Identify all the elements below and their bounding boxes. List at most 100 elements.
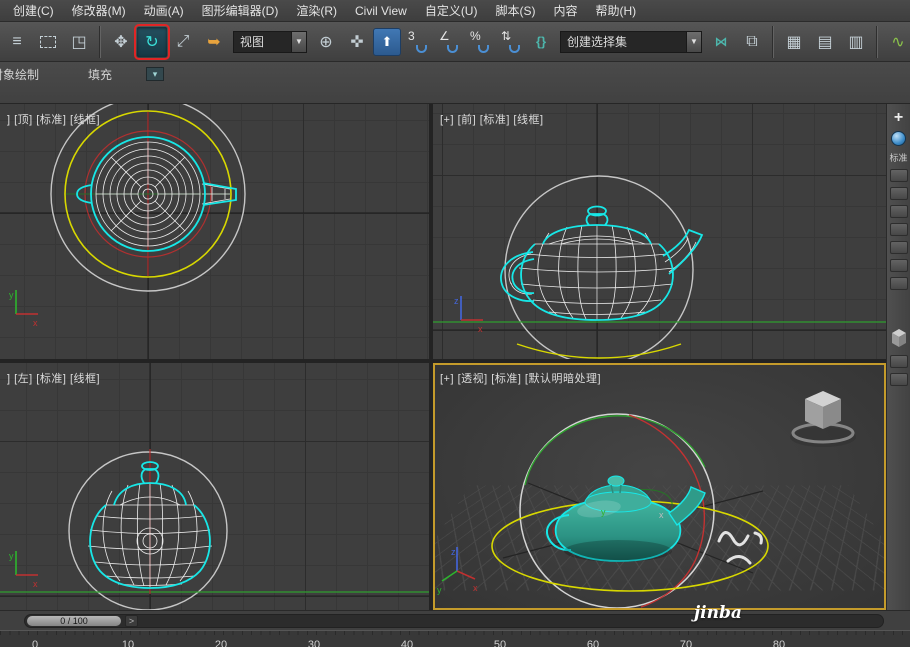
primitive-type-label: 标准 — [887, 151, 910, 164]
teapot-shaded[interactable]: y x — [547, 476, 705, 562]
time-slider-handle[interactable]: 0 / 100 — [27, 616, 121, 626]
paint-toolbar: 对象绘制 填充 ▾ — [0, 62, 910, 104]
reference-coordinate-dropdown[interactable]: 视图 ▼ — [233, 31, 307, 53]
angle-snap-icon[interactable]: ∠ — [433, 27, 463, 57]
create-tab-icon[interactable]: + — [894, 110, 903, 126]
viewport-perspective[interactable]: [+] [透视] [标准] [默认明暗处理] — [433, 363, 886, 610]
ruler-tick-label: 60 — [583, 639, 603, 647]
rollout-bar[interactable] — [890, 355, 908, 368]
viewcube[interactable] — [790, 391, 856, 447]
viewport-top-label[interactable]: ] [顶] [标准] [线框] — [7, 111, 100, 127]
menu-modifiers[interactable]: 修改器(M) — [63, 0, 135, 22]
keyboard-override-icon[interactable]: ⬆ — [373, 28, 401, 56]
object-type-icon[interactable] — [889, 326, 909, 350]
menu-help[interactable]: 帮助(H) — [587, 0, 646, 22]
window-crossing-icon[interactable]: ◳ — [64, 27, 94, 57]
teapot-wireframe[interactable] — [88, 483, 212, 587]
scene-explorer-table-icon[interactable]: ▦ — [779, 27, 809, 57]
selection-region-icon[interactable] — [33, 27, 63, 57]
curve-editor-icon[interactable]: ∿ — [883, 27, 910, 57]
use-pivot-center-icon[interactable]: ⊕ — [311, 27, 341, 57]
viewport-perspective-label[interactable]: [+] [透视] [标准] [默认明暗处理] — [440, 370, 601, 386]
watermark-scribble — [719, 532, 761, 563]
toolbar-separator — [770, 26, 776, 58]
named-selection-set-value: 创建选择集 — [561, 33, 686, 50]
rollout-bar[interactable] — [890, 259, 908, 272]
menu-animation[interactable]: 动画(A) — [135, 0, 193, 22]
viewport-front-label[interactable]: [+] [前] [标准] [线框] — [440, 111, 544, 127]
3dsmax-window: 创建(C) 修改器(M) 动画(A) 图形编辑器(D) 渲染(R) Civil … — [0, 0, 910, 647]
select-and-manipulate-icon[interactable]: ✜ — [342, 27, 372, 57]
viewport-top-scene: y x — [0, 104, 429, 359]
rollout-bar[interactable] — [890, 205, 908, 218]
rollout-bar[interactable] — [890, 241, 908, 254]
object-paint-label[interactable]: 对象绘制 — [0, 66, 39, 83]
menu-rendering[interactable]: 渲染(R) — [287, 0, 346, 22]
dropdown-caret-icon[interactable]: ▼ — [686, 32, 701, 52]
snap-toggle-3d-icon[interactable]: 3 — [402, 27, 432, 57]
menu-scripting[interactable]: 脚本(S) — [486, 0, 544, 22]
mini-cube-icon — [889, 326, 909, 350]
svg-text:y: y — [601, 507, 606, 517]
menu-civil-view[interactable]: Civil View — [346, 0, 416, 22]
rotate-gizmo[interactable] — [51, 104, 245, 291]
named-selection-set-dropdown[interactable]: 创建选择集 ▼ — [560, 31, 702, 53]
rotate-gizmo[interactable] — [433, 176, 886, 359]
ruler-tick-label: 30 — [304, 639, 324, 647]
menu-customize[interactable]: 自定义(U) — [416, 0, 487, 22]
command-panel-collapsed[interactable]: + 标准 — [886, 104, 910, 610]
viewport-perspective-scene: y x z — [433, 363, 886, 610]
viewport-front[interactable]: [+] [前] [标准] [线框] — [433, 104, 886, 359]
rollout-bar[interactable] — [890, 187, 908, 200]
main-toolbar: ≡ ◳ ✥ ↻ ⤢ ➥ 视图 ▼ ⊕ ✜ ⬆ 3 ∠ % ⇅ {} — [0, 22, 910, 62]
rotate-gizmo[interactable] — [0, 449, 429, 610]
rollout-bar[interactable] — [890, 169, 908, 182]
world-axis-tripod: z x — [454, 296, 483, 334]
svg-text:y: y — [9, 290, 14, 300]
select-and-move-icon[interactable]: ✥ — [106, 27, 136, 57]
select-and-rotate-icon[interactable]: ↻ — [137, 27, 167, 57]
rollout-bar[interactable] — [890, 373, 908, 386]
spinner-snap-icon[interactable]: ⇅ — [495, 27, 525, 57]
scene-explorer-icon[interactable]: ≡ — [2, 27, 32, 57]
viewport-left-label[interactable]: ] [左] [标准] [线框] — [7, 370, 100, 386]
viewport-top[interactable]: ] [顶] [标准] [线框] — [0, 104, 429, 359]
svg-text:y: y — [437, 585, 442, 595]
toolbar-separator — [874, 26, 880, 58]
next-frame-button[interactable]: > — [125, 615, 138, 627]
magnet-shape — [416, 45, 427, 53]
select-and-scale-icon[interactable]: ⤢ — [168, 27, 198, 57]
viewport-left[interactable]: ] [左] [标准] [线框] — [0, 363, 429, 610]
percent-snap-icon[interactable]: % — [464, 27, 494, 57]
spinner-snap-label: ⇅ — [501, 29, 511, 43]
paint-dropdown-icon[interactable]: ▾ — [146, 67, 164, 81]
ruler-tick-label: 40 — [397, 639, 417, 647]
menu-content[interactable]: 内容 — [544, 0, 586, 22]
rollout-bar[interactable] — [890, 223, 908, 236]
dropdown-caret-icon[interactable]: ▼ — [291, 32, 306, 52]
ribbon-toggle-icon[interactable]: ▥ — [841, 27, 871, 57]
ruler-tick-label: 50 — [490, 639, 510, 647]
menu-create[interactable]: 创建(C) — [4, 0, 63, 22]
geometry-category-icon[interactable] — [891, 131, 906, 146]
svg-text:x: x — [33, 579, 38, 589]
teapot-wireframe[interactable] — [96, 142, 230, 246]
layer-manager-icon[interactable]: ▤ — [810, 27, 840, 57]
select-and-place-icon[interactable]: ➥ — [199, 27, 229, 57]
fill-label[interactable]: 填充 — [88, 66, 112, 83]
watermark-text: jinba — [694, 603, 742, 623]
reference-coordinate-value: 视图 — [234, 33, 291, 50]
teapot-selection-outline — [501, 207, 702, 321]
menu-bar: 创建(C) 修改器(M) 动画(A) 图形编辑器(D) 渲染(R) Civil … — [0, 0, 910, 22]
magnet-shape — [509, 45, 520, 53]
menu-graph-editors[interactable]: 图形编辑器(D) — [193, 0, 288, 22]
mirror-icon[interactable]: ⋈ — [706, 27, 736, 57]
edit-named-selection-icon[interactable]: {} — [526, 27, 556, 57]
world-axis-tripod: y x — [9, 290, 38, 328]
ruler-tick-label: 70 — [676, 639, 696, 647]
align-icon[interactable]: ⧉ — [737, 27, 767, 57]
rollout-bar[interactable] — [890, 277, 908, 290]
time-slider-track[interactable]: 0 / 100 > — [24, 614, 884, 628]
track-bar[interactable]: 0 10 20 30 40 50 60 70 80 — [0, 630, 910, 647]
dashed-rect-shape — [40, 36, 56, 48]
